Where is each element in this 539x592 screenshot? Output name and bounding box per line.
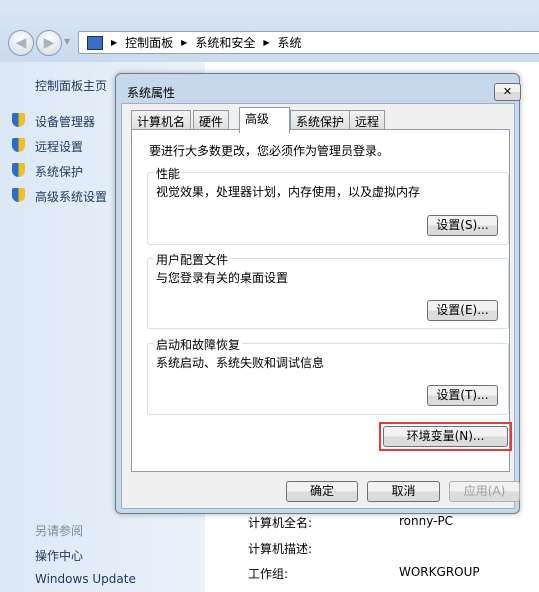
history-dropdown-icon[interactable]: ▼ [64, 37, 70, 46]
user-profiles-group: 用户配置文件 与您登录有关的桌面设置 设置(E)... [147, 251, 509, 329]
profiles-settings-button[interactable]: 设置(E)... [427, 300, 498, 321]
group-description: 视觉效果，处理器计划，内存使用，以及虚拟内存 [156, 185, 421, 199]
breadcrumb-item[interactable]: 系统 [278, 34, 302, 51]
link-windows-update[interactable]: Windows Update [35, 572, 136, 586]
shield-icon [12, 138, 25, 152]
group-title: 启动和故障恢复 [154, 336, 243, 353]
cancel-button[interactable]: 取消 [367, 481, 440, 502]
chevron-right-icon: ▶ [263, 38, 270, 47]
shield-icon [12, 113, 25, 127]
navigation-bar: ◀ ▶ ▼ ▶ 控制面板 ▶ 系统和安全 ▶ 系统 [0, 0, 539, 62]
tab-panel: 要进行大多数更改，您必须作为管理员登录。 性能 视觉效果，处理器计划，内存使用，… [131, 129, 512, 472]
sidebar-home-link[interactable]: 控制面板主页 [35, 77, 107, 94]
group-title: 用户配置文件 [154, 251, 231, 268]
info-label: 工作组: [248, 567, 289, 581]
info-label: 计算机全名: [248, 516, 313, 530]
startup-settings-button[interactable]: 设置(T)... [427, 385, 498, 406]
group-description: 系统启动、系统失败和调试信息 [156, 356, 325, 370]
tab-advanced[interactable]: 高级 [239, 107, 290, 133]
system-properties-dialog: 系统属性 ✕ 计算机名 硬件 高级 系统保护 远程 要进行大多数更改，您必须作为… [115, 73, 521, 514]
info-label: 计算机描述: [248, 542, 313, 556]
sidebar-item-remote[interactable]: 远程设置 [35, 138, 83, 155]
breadcrumb-item[interactable]: 控制面板 [125, 34, 173, 51]
apply-button[interactable]: 应用(A) [449, 481, 520, 502]
performance-settings-button[interactable]: 设置(S)... [427, 215, 498, 236]
shield-icon [12, 188, 25, 202]
performance-group: 性能 视觉效果，处理器计划，内存使用，以及虚拟内存 设置(S)... [147, 165, 509, 245]
sidebar-item-device-manager[interactable]: 设备管理器 [35, 113, 95, 130]
back-button[interactable]: ◀ [8, 30, 34, 56]
admin-note: 要进行大多数更改，您必须作为管理员登录。 [149, 144, 390, 158]
info-value: ronny-PC [399, 514, 454, 528]
environment-variables-button[interactable]: 环境变量(N)... [383, 426, 508, 447]
chevron-right-icon: ▶ [111, 38, 118, 47]
tab-system-protection[interactable]: 系统保护 [290, 110, 351, 131]
shield-icon [12, 163, 25, 177]
see-also-heading: 另请参阅 [35, 524, 84, 538]
group-description: 与您登录有关的桌面设置 [156, 271, 289, 285]
group-title: 性能 [154, 165, 183, 182]
tab-hardware[interactable]: 硬件 [193, 110, 230, 131]
startup-recovery-group: 启动和故障恢复 系统启动、系统失败和调试信息 设置(T)... [147, 336, 509, 415]
dialog-body: 计算机名 硬件 高级 系统保护 远程 要进行大多数更改，您必须作为管理员登录。 … [121, 103, 520, 509]
link-action-center[interactable]: 操作中心 [35, 547, 83, 564]
dialog-title: 系统属性 [127, 86, 176, 100]
sidebar-item-advanced[interactable]: 高级系统设置 [35, 188, 107, 205]
info-value: WORKGROUP [399, 565, 480, 579]
address-bar[interactable]: ▶ 控制面板 ▶ 系统和安全 ▶ 系统 [78, 31, 539, 54]
breadcrumb-item[interactable]: 系统和安全 [195, 34, 255, 51]
ok-button[interactable]: 确定 [286, 481, 358, 502]
tab-computer-name[interactable]: 计算机名 [131, 110, 192, 131]
computer-icon [87, 35, 103, 50]
tab-remote[interactable]: 远程 [349, 110, 386, 131]
forward-button[interactable]: ▶ [36, 30, 62, 56]
close-button[interactable]: ✕ [494, 83, 521, 101]
sidebar-item-protection[interactable]: 系统保护 [35, 163, 83, 180]
chevron-right-icon: ▶ [181, 38, 188, 47]
